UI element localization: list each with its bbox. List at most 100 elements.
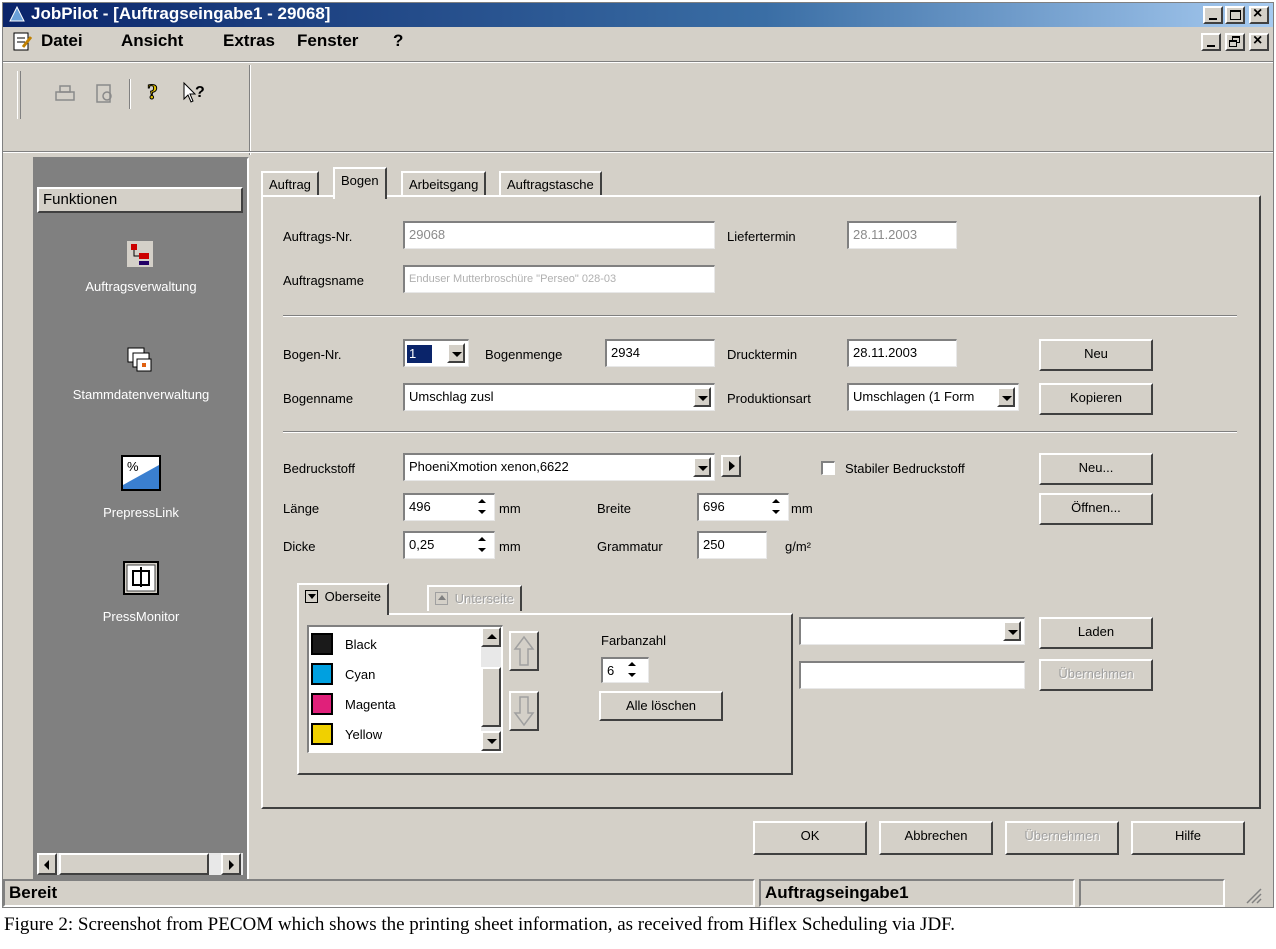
ok-button[interactable]: OK <box>753 821 867 855</box>
clear-all-button[interactable]: Alle löschen <box>599 691 723 721</box>
scroll-left-button[interactable] <box>37 853 57 875</box>
sheet-name-select[interactable]: Umschlag zusl <box>403 383 715 411</box>
front-side-label: Oberseite <box>324 589 381 604</box>
load-button[interactable]: Laden <box>1039 617 1153 649</box>
sidebar-scrollbar[interactable] <box>37 853 243 875</box>
stock-dropdown-arrow[interactable] <box>693 457 711 477</box>
menu-extras[interactable]: Extras <box>223 31 275 51</box>
thickness-spinner[interactable] <box>473 535 493 557</box>
sidebar-header-label: Funktionen <box>43 191 118 208</box>
print-icon[interactable] <box>53 83 77 105</box>
ink-list[interactable]: Black Cyan Magenta Yellow <box>307 625 503 753</box>
mdi-close-button[interactable]: × <box>1249 32 1269 51</box>
width-spinner[interactable] <box>767 497 787 519</box>
menu-ansicht[interactable]: Ansicht <box>121 31 183 51</box>
spin-up-icon[interactable] <box>473 535 493 545</box>
spin-down-icon[interactable] <box>473 546 493 556</box>
color-profile-dropdown-arrow[interactable] <box>1003 621 1021 641</box>
ink-list-scrollbar[interactable] <box>481 627 501 751</box>
close-button[interactable]: × <box>1249 5 1269 24</box>
help-icon[interactable]: ? <box>145 79 163 111</box>
menu-datei[interactable]: Datei <box>41 31 83 51</box>
toolbar-separator <box>129 79 131 109</box>
scroll-down-button[interactable] <box>481 731 501 751</box>
tab-auftrag[interactable]: Auftrag <box>261 171 319 197</box>
tab-bogen[interactable]: Bogen <box>333 167 387 199</box>
scroll-up-button[interactable] <box>481 627 501 647</box>
tab-arbeitsgang[interactable]: Arbeitsgang <box>401 171 487 197</box>
stable-stock-checkbox[interactable] <box>821 461 835 475</box>
list-item[interactable]: Yellow <box>311 719 479 749</box>
context-help-icon[interactable]: ? <box>181 81 209 105</box>
resize-grip-icon[interactable] <box>1243 885 1263 905</box>
maximize-button[interactable] <box>1225 6 1245 24</box>
list-item[interactable]: Cyan <box>311 659 479 689</box>
tab-panel: Auftrags-Nr. 29068 Liefertermin 28.11.20… <box>261 195 1261 809</box>
sheet-number-dropdown-arrow[interactable] <box>447 343 465 363</box>
tab-back-side[interactable]: Unterseite <box>427 585 522 611</box>
production-type-select[interactable]: Umschlagen (1 Form <box>847 383 1019 411</box>
print-date-field[interactable]: 28.11.2003 <box>847 339 957 367</box>
sheet-number-select[interactable]: 1 <box>403 339 469 367</box>
list-item[interactable]: Magenta <box>311 689 479 719</box>
sidebar-item-prepresslink[interactable]: % PrepressLink <box>35 449 247 529</box>
cancel-button[interactable]: Abbrechen <box>879 821 993 855</box>
menu-help[interactable]: ? <box>393 31 403 51</box>
production-type-dropdown-arrow[interactable] <box>997 387 1015 407</box>
scroll-right-button[interactable] <box>221 853 241 875</box>
mdi-minimize-button[interactable] <box>1201 33 1221 51</box>
minimize-button[interactable] <box>1203 6 1223 24</box>
spin-up-icon[interactable] <box>623 660 643 670</box>
grammage-field[interactable]: 250 <box>697 531 767 559</box>
color-group-panel: Black Cyan Magenta Yellow Farbanzahl 6 A… <box>297 613 793 775</box>
help-button[interactable]: Hilfe <box>1131 821 1245 855</box>
order-number-label: Auftrags-Nr. <box>283 229 353 244</box>
svg-text:?: ? <box>147 79 158 104</box>
list-item[interactable]: Black <box>311 629 479 659</box>
order-number-field[interactable]: 29068 <box>403 221 715 249</box>
sidebar-item-auftragsverwaltung[interactable]: Auftragsverwaltung <box>35 229 247 309</box>
spin-up-icon[interactable] <box>473 497 493 507</box>
separator-1 <box>283 315 1237 317</box>
delivery-date-field[interactable]: 28.11.2003 <box>847 221 957 249</box>
scroll-thumb[interactable] <box>59 853 209 875</box>
sheet-name-dropdown-arrow[interactable] <box>693 387 711 407</box>
stock-select[interactable]: PhoeniXmotion xenon,6622 <box>403 453 715 481</box>
master-data-icon <box>125 345 155 375</box>
apply-button[interactable]: Übernehmen <box>1005 821 1119 855</box>
tab-front-side[interactable]: Oberseite <box>297 583 389 615</box>
print-preview-icon[interactable] <box>93 83 117 105</box>
stock-details-button[interactable] <box>721 455 741 477</box>
order-name-field[interactable]: Enduser Mutterbroschüre "Perseo" 028-03 <box>403 265 715 293</box>
new-sheet-button[interactable]: Neu <box>1039 339 1153 371</box>
sidebar-header[interactable]: Funktionen <box>37 187 243 213</box>
open-stock-button[interactable]: Öffnen... <box>1039 493 1153 525</box>
menu-fenster[interactable]: Fenster <box>297 31 358 51</box>
scroll-thumb[interactable] <box>481 667 501 727</box>
sheet-quantity-field[interactable]: 2934 <box>605 339 715 367</box>
copy-sheet-button[interactable]: Kopieren <box>1039 383 1153 415</box>
ink-count-spinner[interactable] <box>623 660 643 682</box>
spin-up-icon[interactable] <box>767 497 787 507</box>
spin-down-icon[interactable] <box>473 508 493 518</box>
spin-down-icon[interactable] <box>623 671 643 681</box>
play-icon <box>729 461 735 471</box>
spin-down-icon[interactable] <box>767 508 787 518</box>
move-up-button[interactable] <box>509 631 539 671</box>
status-pane-extra <box>1079 879 1225 907</box>
app-window: JobPilot - [Auftragseingabe1 - 29068] × … <box>2 2 1274 908</box>
move-down-button[interactable] <box>509 691 539 731</box>
color-profile-name-field[interactable] <box>799 661 1025 689</box>
color-profile-select[interactable] <box>799 617 1025 645</box>
mdi-restore-button[interactable] <box>1225 33 1245 51</box>
apply-colors-button[interactable]: Übernehmen <box>1039 659 1153 691</box>
sidebar-item-pressmonitor[interactable]: PressMonitor <box>35 555 247 635</box>
new-stock-button[interactable]: Neu... <box>1039 453 1153 485</box>
length-spinner[interactable] <box>473 497 493 519</box>
status-document: Auftragseingabe1 <box>765 883 909 902</box>
tab-auftragstasche[interactable]: Auftragstasche <box>499 171 602 197</box>
stable-stock-label: Stabiler Bedruckstoff <box>845 461 965 476</box>
sidebar-item-stammdatenverwaltung[interactable]: Stammdatenverwaltung <box>35 337 247 417</box>
status-pane-main: Bereit <box>3 879 755 907</box>
ink-name: Magenta <box>345 697 396 712</box>
